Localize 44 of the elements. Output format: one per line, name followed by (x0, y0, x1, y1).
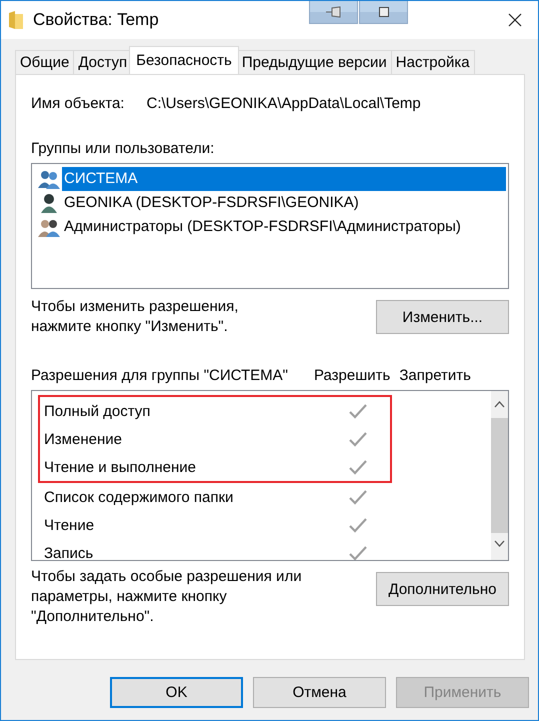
permission-name: Список содержимого папки (44, 488, 234, 506)
pin-button[interactable] (309, 1, 358, 24)
allow-header: Разрешить (314, 367, 390, 384)
check-icon (348, 402, 368, 420)
scroll-up-icon (494, 401, 505, 408)
folder-icon (9, 11, 23, 29)
permission-name: Полный доступ (44, 402, 152, 420)
deny-header: Запретить (399, 367, 471, 384)
object-path: C:\Users\GEONIKA\AppData\Local\Temp (146, 95, 421, 112)
change-hint: Чтобы изменить разрешения, нажмите кнопку "Изменить". (31, 297, 238, 337)
close-icon (508, 13, 522, 27)
check-icon (348, 488, 368, 506)
scroll-down-icon (494, 540, 505, 547)
users-icon (38, 217, 60, 237)
scroll-thumb[interactable] (491, 418, 508, 533)
window-title: Свойства: Temp (33, 10, 159, 30)
permission-name: Изменение (44, 430, 123, 448)
tab[interactable]: Безопасность (129, 46, 239, 74)
permission-name: Чтение (44, 516, 96, 534)
check-icon (348, 516, 368, 534)
dialog-button[interactable]: Отмена (253, 677, 386, 708)
groups-label: Группы или пользователи: (31, 140, 214, 157)
dialog-button[interactable]: OK (110, 677, 243, 708)
check-icon (348, 544, 368, 560)
pin-icon (326, 6, 342, 18)
advanced-hint: Чтобы задать особые разрешения или параметры, нажмите кнопку "Дополнительно". (31, 567, 302, 627)
check-icon (348, 430, 368, 448)
object-name-label: Имя объекта: (31, 95, 124, 112)
tab[interactable]: Общие (15, 50, 74, 74)
change-button[interactable]: Изменить... (376, 300, 509, 334)
maximize-button[interactable] (359, 1, 408, 24)
check-icon (348, 458, 368, 476)
user-item[interactable]: Администраторы (DESKTOP-FSDRSFI\Администраторы) (62, 215, 463, 239)
permission-name: Запись (44, 544, 94, 560)
user-item[interactable]: GEONIKA (DESKTOP-FSDRSFI\GEONIKA) (62, 191, 361, 215)
scrollbar[interactable] (491, 391, 508, 560)
tab[interactable]: Настройка (390, 50, 475, 74)
permissions-label: Разрешения для группы "СИСТЕМА" (31, 367, 288, 384)
user-icon (38, 193, 60, 213)
square-icon (378, 7, 388, 17)
user-item[interactable]: СИСТЕМА (62, 167, 506, 191)
advanced-button[interactable]: Дополнительно (376, 572, 509, 606)
permission-name: Чтение и выполнение (44, 458, 198, 476)
users-icon (38, 169, 60, 189)
